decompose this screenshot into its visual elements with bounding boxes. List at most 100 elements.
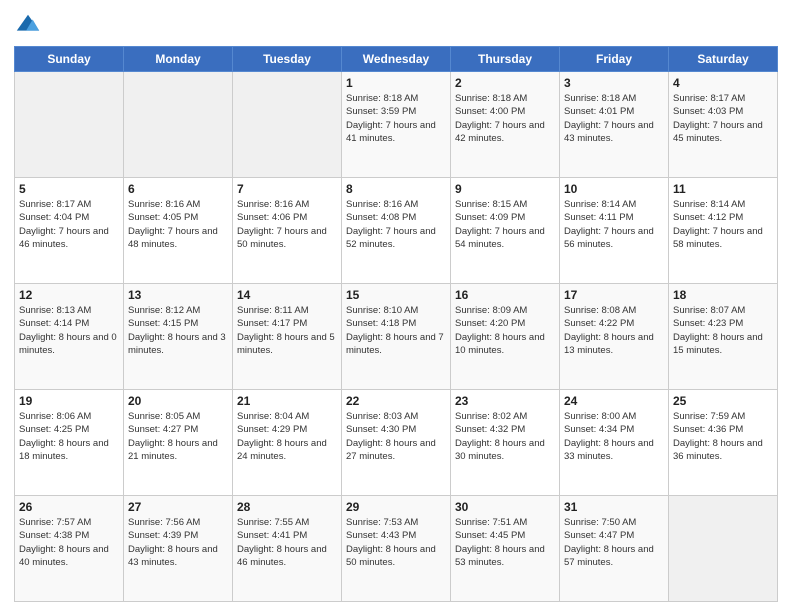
day-info: Sunrise: 8:07 AM Sunset: 4:23 PM Dayligh…	[673, 304, 773, 357]
day-number: 14	[237, 288, 337, 302]
calendar-day-cell: 26 Sunrise: 7:57 AM Sunset: 4:38 PM Dayli…	[15, 496, 124, 602]
day-info: Sunrise: 7:56 AM Sunset: 4:39 PM Dayligh…	[128, 516, 228, 569]
calendar-day-cell: 31 Sunrise: 7:50 AM Sunset: 4:47 PM Dayli…	[560, 496, 669, 602]
day-info: Sunrise: 8:18 AM Sunset: 4:00 PM Dayligh…	[455, 92, 555, 145]
calendar-week-row: 12 Sunrise: 8:13 AM Sunset: 4:14 PM Dayli…	[15, 284, 778, 390]
calendar-day-cell: 14 Sunrise: 8:11 AM Sunset: 4:17 PM Dayli…	[233, 284, 342, 390]
day-number: 30	[455, 500, 555, 514]
day-info: Sunrise: 8:06 AM Sunset: 4:25 PM Dayligh…	[19, 410, 119, 463]
day-number: 22	[346, 394, 446, 408]
logo	[14, 14, 45, 40]
day-number: 24	[564, 394, 664, 408]
logo-icon	[14, 12, 42, 40]
calendar-week-row: 1 Sunrise: 8:18 AM Sunset: 3:59 PM Daylig…	[15, 72, 778, 178]
calendar-table: SundayMondayTuesdayWednesdayThursdayFrid…	[14, 46, 778, 602]
day-number: 19	[19, 394, 119, 408]
page-container: SundayMondayTuesdayWednesdayThursdayFrid…	[0, 0, 792, 612]
calendar-day-cell	[233, 72, 342, 178]
weekday-header: Saturday	[669, 47, 778, 72]
day-number: 8	[346, 182, 446, 196]
day-number: 16	[455, 288, 555, 302]
day-number: 9	[455, 182, 555, 196]
day-number: 4	[673, 76, 773, 90]
calendar-day-cell: 30Sunrise: 7:51 AM Sunset: 4:45 PM Dayli…	[451, 496, 560, 602]
day-info: Sunrise: 8:16 AM Sunset: 4:08 PM Dayligh…	[346, 198, 446, 251]
day-number: 7	[237, 182, 337, 196]
weekday-header: Thursday	[451, 47, 560, 72]
day-info: Sunrise: 8:13 AM Sunset: 4:14 PM Dayligh…	[19, 304, 119, 357]
day-number: 26	[19, 500, 119, 514]
header	[14, 10, 778, 40]
day-info: Sunrise: 8:00 AM Sunset: 4:34 PM Dayligh…	[564, 410, 664, 463]
calendar-day-cell: 21 Sunrise: 8:04 AM Sunset: 4:29 PM Dayli…	[233, 390, 342, 496]
day-number: 25	[673, 394, 773, 408]
calendar-day-cell: 15Sunrise: 8:10 AM Sunset: 4:18 PM Dayli…	[342, 284, 451, 390]
day-number: 10	[564, 182, 664, 196]
day-number: 1	[346, 76, 446, 90]
day-number: 3	[564, 76, 664, 90]
calendar-day-cell: 4 Sunrise: 8:17 AM Sunset: 4:03 PM Daylig…	[669, 72, 778, 178]
day-number: 18	[673, 288, 773, 302]
weekday-header: Sunday	[15, 47, 124, 72]
day-info: Sunrise: 8:02 AM Sunset: 4:32 PM Dayligh…	[455, 410, 555, 463]
calendar-week-row: 5Sunrise: 8:17 AM Sunset: 4:04 PM Daylig…	[15, 178, 778, 284]
calendar-week-row: 19 Sunrise: 8:06 AM Sunset: 4:25 PM Dayli…	[15, 390, 778, 496]
calendar-day-cell	[15, 72, 124, 178]
calendar-day-cell: 2Sunrise: 8:18 AM Sunset: 4:00 PM Daylig…	[451, 72, 560, 178]
calendar-day-cell: 5Sunrise: 8:17 AM Sunset: 4:04 PM Daylig…	[15, 178, 124, 284]
calendar-day-cell: 7Sunrise: 8:16 AM Sunset: 4:06 PM Daylig…	[233, 178, 342, 284]
weekday-header: Friday	[560, 47, 669, 72]
day-number: 6	[128, 182, 228, 196]
calendar-day-cell: 24 Sunrise: 8:00 AM Sunset: 4:34 PM Dayli…	[560, 390, 669, 496]
day-number: 27	[128, 500, 228, 514]
calendar-day-cell: 29 Sunrise: 7:53 AM Sunset: 4:43 PM Dayli…	[342, 496, 451, 602]
calendar-day-cell	[669, 496, 778, 602]
day-number: 29	[346, 500, 446, 514]
day-number: 17	[564, 288, 664, 302]
day-info: Sunrise: 8:14 AM Sunset: 4:12 PM Dayligh…	[673, 198, 773, 251]
day-info: Sunrise: 8:12 AM Sunset: 4:15 PM Dayligh…	[128, 304, 228, 357]
calendar-day-cell: 6 Sunrise: 8:16 AM Sunset: 4:05 PM Daylig…	[124, 178, 233, 284]
day-info: Sunrise: 8:17 AM Sunset: 4:04 PM Dayligh…	[19, 198, 119, 251]
calendar-day-cell: 23Sunrise: 8:02 AM Sunset: 4:32 PM Dayli…	[451, 390, 560, 496]
day-number: 12	[19, 288, 119, 302]
day-number: 13	[128, 288, 228, 302]
calendar-header-row: SundayMondayTuesdayWednesdayThursdayFrid…	[15, 47, 778, 72]
calendar-day-cell: 16 Sunrise: 8:09 AM Sunset: 4:20 PM Dayli…	[451, 284, 560, 390]
day-info: Sunrise: 8:09 AM Sunset: 4:20 PM Dayligh…	[455, 304, 555, 357]
day-info: Sunrise: 8:08 AM Sunset: 4:22 PM Dayligh…	[564, 304, 664, 357]
calendar-day-cell: 11Sunrise: 8:14 AM Sunset: 4:12 PM Dayli…	[669, 178, 778, 284]
day-info: Sunrise: 8:05 AM Sunset: 4:27 PM Dayligh…	[128, 410, 228, 463]
calendar-day-cell: 18 Sunrise: 8:07 AM Sunset: 4:23 PM Dayli…	[669, 284, 778, 390]
day-number: 20	[128, 394, 228, 408]
day-info: Sunrise: 7:50 AM Sunset: 4:47 PM Dayligh…	[564, 516, 664, 569]
day-info: Sunrise: 7:57 AM Sunset: 4:38 PM Dayligh…	[19, 516, 119, 569]
calendar-week-row: 26 Sunrise: 7:57 AM Sunset: 4:38 PM Dayli…	[15, 496, 778, 602]
day-number: 31	[564, 500, 664, 514]
day-info: Sunrise: 8:03 AM Sunset: 4:30 PM Dayligh…	[346, 410, 446, 463]
weekday-header: Tuesday	[233, 47, 342, 72]
calendar-day-cell: 28Sunrise: 7:55 AM Sunset: 4:41 PM Dayli…	[233, 496, 342, 602]
calendar-day-cell: 17 Sunrise: 8:08 AM Sunset: 4:22 PM Dayli…	[560, 284, 669, 390]
weekday-header: Monday	[124, 47, 233, 72]
day-info: Sunrise: 8:11 AM Sunset: 4:17 PM Dayligh…	[237, 304, 337, 357]
calendar-day-cell: 9Sunrise: 8:15 AM Sunset: 4:09 PM Daylig…	[451, 178, 560, 284]
calendar-day-cell: 25 Sunrise: 7:59 AM Sunset: 4:36 PM Dayli…	[669, 390, 778, 496]
calendar-day-cell: 19 Sunrise: 8:06 AM Sunset: 4:25 PM Dayli…	[15, 390, 124, 496]
day-info: Sunrise: 8:16 AM Sunset: 4:05 PM Dayligh…	[128, 198, 228, 251]
day-info: Sunrise: 8:04 AM Sunset: 4:29 PM Dayligh…	[237, 410, 337, 463]
calendar-day-cell: 12 Sunrise: 8:13 AM Sunset: 4:14 PM Dayli…	[15, 284, 124, 390]
day-number: 21	[237, 394, 337, 408]
calendar-day-cell: 13 Sunrise: 8:12 AM Sunset: 4:15 PM Dayli…	[124, 284, 233, 390]
calendar-day-cell: 27 Sunrise: 7:56 AM Sunset: 4:39 PM Dayli…	[124, 496, 233, 602]
day-info: Sunrise: 8:17 AM Sunset: 4:03 PM Dayligh…	[673, 92, 773, 145]
day-info: Sunrise: 8:18 AM Sunset: 3:59 PM Dayligh…	[346, 92, 446, 145]
day-number: 15	[346, 288, 446, 302]
day-info: Sunrise: 7:59 AM Sunset: 4:36 PM Dayligh…	[673, 410, 773, 463]
calendar-day-cell: 10 Sunrise: 8:14 AM Sunset: 4:11 PM Dayli…	[560, 178, 669, 284]
day-info: Sunrise: 8:14 AM Sunset: 4:11 PM Dayligh…	[564, 198, 664, 251]
weekday-header: Wednesday	[342, 47, 451, 72]
day-info: Sunrise: 7:53 AM Sunset: 4:43 PM Dayligh…	[346, 516, 446, 569]
calendar-day-cell	[124, 72, 233, 178]
calendar-day-cell: 22 Sunrise: 8:03 AM Sunset: 4:30 PM Dayli…	[342, 390, 451, 496]
